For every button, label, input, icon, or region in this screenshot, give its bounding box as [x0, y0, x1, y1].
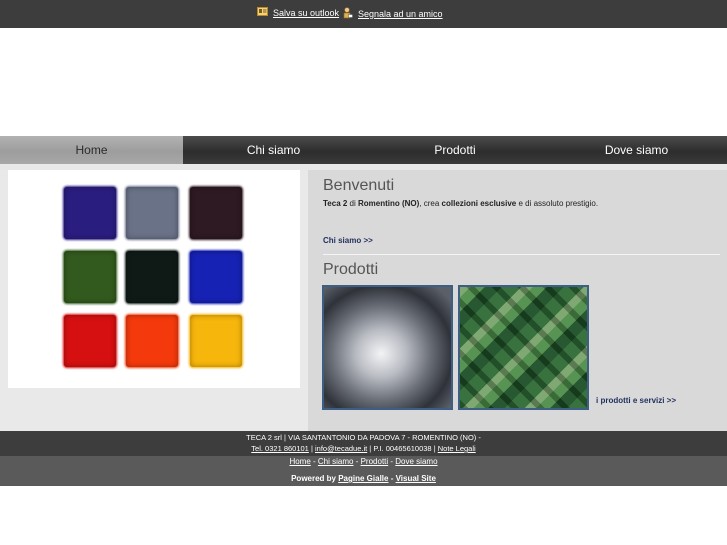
fabric-swatch: [64, 187, 116, 239]
fabric-swatch: [64, 315, 116, 367]
footer-nav-dove-siamo[interactable]: Dove siamo: [395, 457, 437, 466]
pagine-gialle-link[interactable]: Pagine Gialle: [338, 474, 388, 483]
save-outlook-link[interactable]: Salva su outlook: [257, 7, 339, 18]
fabric-swatch: [126, 315, 178, 367]
fabric-swatch: [190, 315, 242, 367]
fabric-swatch: [126, 187, 178, 239]
person-mail-icon: [343, 7, 353, 21]
welcome-text-part: di: [347, 199, 358, 208]
powered-by-label: Powered by: [291, 474, 339, 483]
welcome-text-part: e di assoluto prestigio.: [516, 199, 599, 208]
nav-home-label: Home: [75, 143, 108, 157]
welcome-title: Benvenuti: [323, 177, 395, 194]
products-more-link[interactable]: i prodotti e servizi >>: [596, 396, 676, 405]
right-column: Benvenuti Teca 2 di Romentino (NO), crea…: [308, 170, 727, 431]
welcome-text: Teca 2 di Romentino (NO), crea collezion…: [323, 199, 718, 208]
fabric-swatch: [190, 187, 242, 239]
company-location: Romentino (NO): [357, 199, 420, 208]
recommend-friend-link[interactable]: Segnala ad un amico: [343, 7, 443, 21]
footer-nav: Home - Chi siamo - Prodotti - Dove siamo: [0, 456, 727, 470]
nav-home[interactable]: Home: [0, 136, 183, 164]
save-outlook-label: Salva su outlook: [273, 7, 340, 18]
footer-company-info: TECA 2 srl | VIA SANTANTONIO DA PADOVA 7…: [0, 431, 727, 456]
collections-highlight: collezioni esclusive: [441, 199, 517, 208]
top-bar: Salva su outlook Segnala ad un amico: [0, 0, 727, 28]
footer-phone-link[interactable]: Tel. 0321 860101: [251, 444, 309, 453]
footer-email-link[interactable]: info@tecadue.it: [315, 444, 367, 453]
nav-prodotti[interactable]: Prodotti: [364, 136, 546, 164]
fabric-product-photo[interactable]: [458, 285, 589, 410]
products-title: Prodotti: [323, 261, 379, 278]
fabric-swatch: [126, 251, 178, 303]
visual-site-link[interactable]: Visual Site: [396, 474, 436, 483]
nav-chi-siamo[interactable]: Chi siamo: [183, 136, 364, 164]
footer-nav-separator: -: [310, 457, 318, 466]
company-name: Teca 2: [323, 199, 348, 208]
recommend-friend-label: Segnala ad un amico: [358, 9, 443, 19]
fabric-swatch: [64, 251, 116, 303]
powered-separator: -: [388, 474, 396, 483]
section-divider: [323, 254, 720, 255]
nav-prodotti-label: Prodotti: [434, 143, 476, 157]
contact-card-icon: [257, 7, 268, 18]
footer-nav-separator: -: [353, 457, 361, 466]
welcome-text-part: , crea: [419, 199, 442, 208]
nav-chi-siamo-label: Chi siamo: [246, 143, 301, 157]
footer-powered: Powered by Pagine Gialle - Visual Site: [0, 470, 727, 486]
nav-dove-siamo[interactable]: Dove siamo: [546, 136, 727, 164]
footer-nav-chi-siamo[interactable]: Chi siamo: [318, 457, 354, 466]
header-banner: [0, 28, 727, 136]
main-nav: Home Chi siamo Prodotti Dove siamo: [0, 136, 727, 164]
left-column: [0, 170, 308, 431]
footer-legal-link[interactable]: Note Legali: [438, 444, 476, 453]
chi-siamo-more-link[interactable]: Chi siamo >>: [323, 236, 373, 245]
footer-vat: P.I. 00465610038: [373, 444, 432, 453]
footer-address: TECA 2 srl | VIA SANTANTONIO DA PADOVA 7…: [246, 433, 481, 442]
nav-dove-siamo-label: Dove siamo: [604, 143, 669, 157]
fabric-swatch: [190, 251, 242, 303]
footer-nav-home[interactable]: Home: [289, 457, 310, 466]
fabric-swatches-image: [8, 170, 300, 388]
footer-nav-prodotti[interactable]: Prodotti: [361, 457, 389, 466]
footer-contacts: Tel. 0321 860101 | info@tecadue.it | P.I…: [0, 444, 727, 453]
tie-product-photo[interactable]: [322, 285, 453, 410]
